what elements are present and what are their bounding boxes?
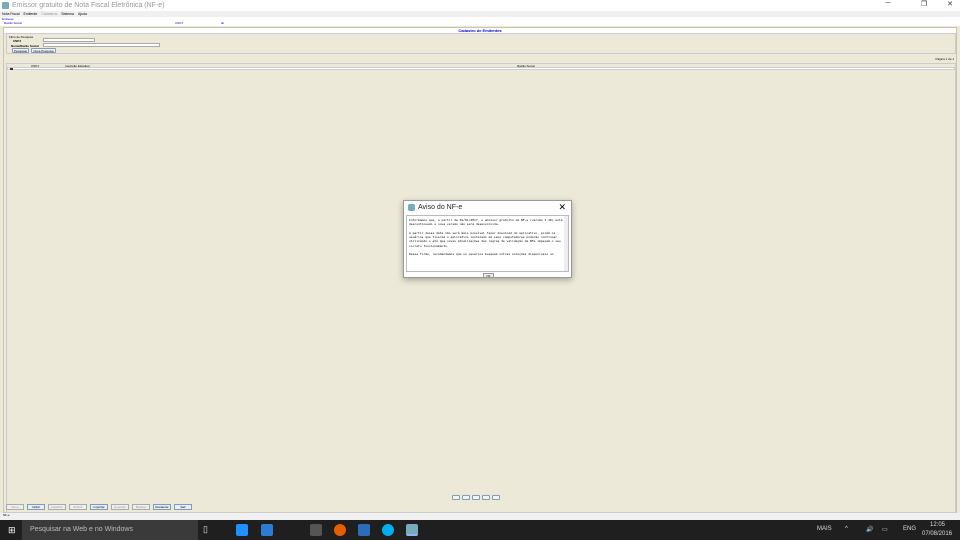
network-icon[interactable]: ▭ xyxy=(882,526,888,533)
dialog-ok-button[interactable]: OK xyxy=(483,273,494,278)
emitters-table: CNPJ Inscrição Estadual Razão Social xyxy=(6,63,956,513)
notice-dialog: Aviso do NF-e ✕ Informamos que, a partir… xyxy=(403,200,572,278)
firefox-icon[interactable] xyxy=(334,524,346,536)
dialog-message: Informamos que, a partir de 01/01/2017, … xyxy=(406,215,569,272)
clock-date[interactable]: 07/08/2016 xyxy=(922,531,952,537)
cnpj-input[interactable] xyxy=(43,38,95,42)
new-search-button[interactable]: Nova Pesquisa xyxy=(31,48,56,53)
more-label[interactable]: MAIS xyxy=(817,526,832,532)
delete-button[interactable]: Excluir xyxy=(69,504,87,510)
nfe-app-icon[interactable] xyxy=(406,524,418,536)
clock-time[interactable]: 12:05 xyxy=(930,522,945,528)
dialog-scrollbar[interactable] xyxy=(564,216,568,271)
title-bar: Emissor gratuito de Nota Fiscal Eletrôni… xyxy=(0,0,960,11)
restore-button[interactable]: Restaurar xyxy=(153,504,171,510)
page-number[interactable] xyxy=(472,495,480,500)
show-hidden-icon[interactable]: ^ xyxy=(845,526,848,532)
ie-icon[interactable] xyxy=(261,524,273,536)
emitter-name-label: Razão Social xyxy=(4,21,22,25)
taskbar: ⊞ Pesquisar na Web e no Windows ▯ MAIS ^… xyxy=(0,520,960,540)
backup-button[interactable]: Backup xyxy=(132,504,150,510)
start-button[interactable]: ⊞ xyxy=(8,525,16,536)
store-icon[interactable] xyxy=(310,524,322,536)
status-bar: NF-e xyxy=(0,513,960,520)
language-indicator[interactable]: ENG xyxy=(903,526,916,532)
app-icon xyxy=(2,2,9,9)
task-view-icon[interactable]: ▯ xyxy=(203,524,208,535)
cnpj-label: CNPJ xyxy=(13,39,22,43)
edge-icon[interactable] xyxy=(236,524,248,536)
page-indicator: Página 1 de 1 xyxy=(935,57,954,61)
app-icon-2[interactable] xyxy=(358,524,370,536)
exit-button[interactable]: Sair xyxy=(174,504,192,510)
minimize-button[interactable]: ─ xyxy=(878,0,898,7)
emitter-ie-label: IE xyxy=(221,21,224,25)
menu-emitente[interactable]: Emitente xyxy=(24,12,38,16)
add-button[interactable]: Incluir xyxy=(27,504,45,510)
row-checkbox[interactable] xyxy=(10,68,13,70)
table-row[interactable] xyxy=(7,67,955,70)
dialog-text: Informamos que, a partir de 01/01/2017, … xyxy=(409,218,563,257)
new-button[interactable]: Novo xyxy=(6,504,24,510)
dialog-close-icon[interactable]: ✕ xyxy=(558,202,566,213)
import-button[interactable]: Importar xyxy=(90,504,108,510)
pagination xyxy=(452,495,500,500)
emitter-bar: Emitente Razão Social CNPJ IE xyxy=(0,17,960,26)
last-page-button[interactable] xyxy=(492,495,500,500)
next-page-button[interactable] xyxy=(482,495,490,500)
action-bar: Novo Incluir Detalhar Excluir Importar E… xyxy=(6,504,192,510)
prev-page-button[interactable] xyxy=(462,495,470,500)
detail-button[interactable]: Detalhar xyxy=(48,504,66,510)
dialog-title: Aviso do NF-e xyxy=(418,204,463,211)
name-input[interactable] xyxy=(43,43,160,47)
menu-nota-fiscal[interactable]: Nota Fiscal xyxy=(2,12,20,16)
emitter-cnpj-label: CNPJ xyxy=(175,21,183,25)
skype-icon[interactable] xyxy=(382,524,394,536)
filter-panel: Filtro de Pesquisa CNPJ Nome/Razão Socia… xyxy=(6,33,956,54)
dialog-icon xyxy=(408,204,415,211)
first-page-button[interactable] xyxy=(452,495,460,500)
search-button[interactable]: Pesquisar xyxy=(12,48,29,53)
taskbar-search[interactable]: Pesquisar na Web e no Windows xyxy=(22,520,198,540)
restore-button[interactable]: ❐ xyxy=(914,0,934,8)
menu-sistema[interactable]: Sistema xyxy=(61,12,74,16)
menu-ajuda[interactable]: Ajuda xyxy=(78,12,87,16)
window-title: Emissor gratuito de Nota Fiscal Eletrôni… xyxy=(12,2,165,9)
menu-cadastros[interactable]: Cadastros xyxy=(41,12,57,16)
export-button[interactable]: Exportar xyxy=(111,504,129,510)
close-button[interactable]: ✕ xyxy=(940,0,960,8)
volume-icon[interactable]: 🔊 xyxy=(866,526,873,533)
